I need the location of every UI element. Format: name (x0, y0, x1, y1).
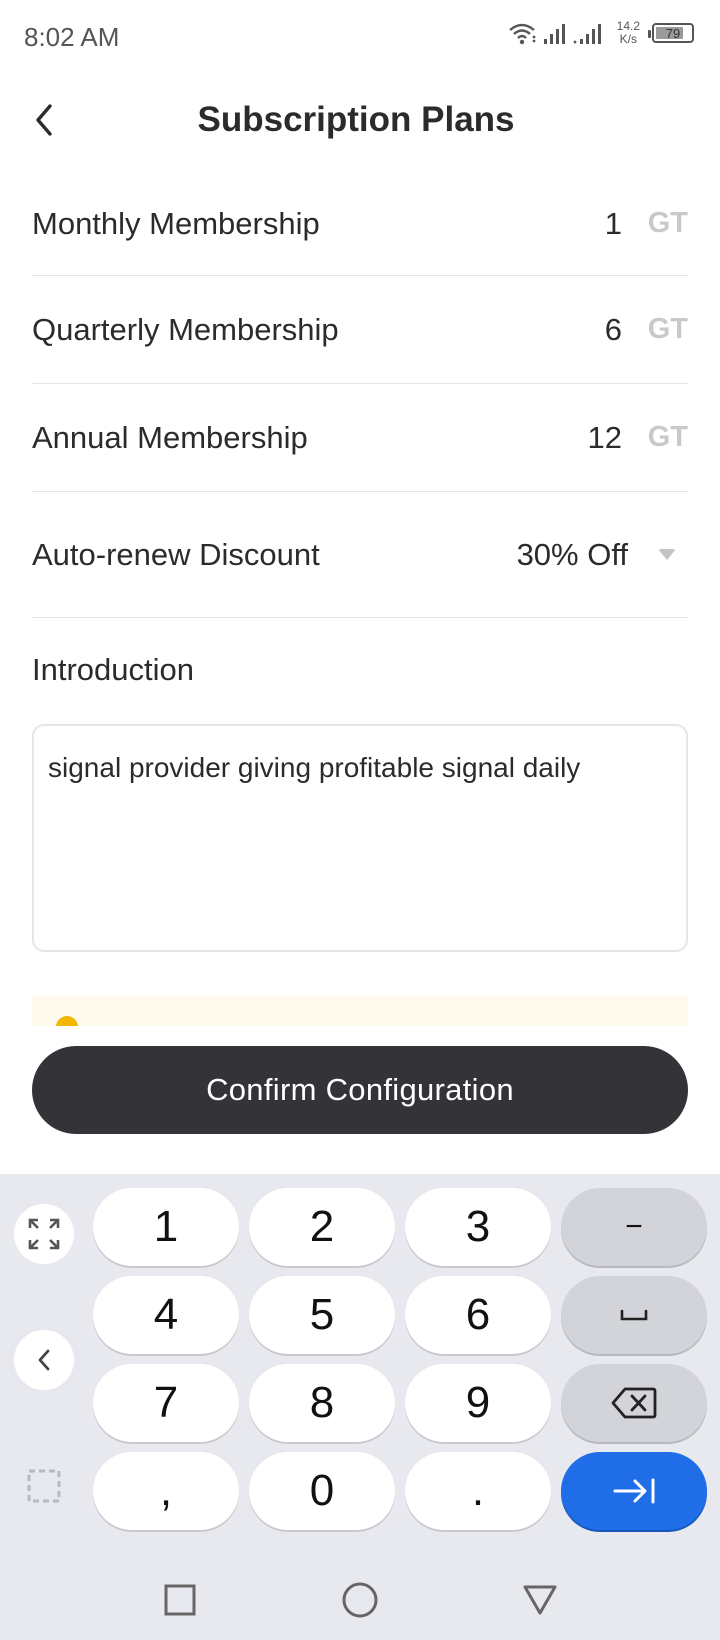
tab-arrow-icon (613, 1478, 655, 1504)
currency-unit: GT (647, 313, 688, 345)
dashed-square-icon (27, 1469, 61, 1503)
network-speed: 14.2 K/s (617, 20, 640, 46)
key-1[interactable]: 1 (93, 1188, 239, 1266)
key-space[interactable] (561, 1276, 707, 1354)
battery-level: 79 (665, 25, 681, 41)
key-5[interactable]: 5 (249, 1276, 395, 1354)
discount-row[interactable]: Auto-renew Discount 30% Off (32, 492, 688, 618)
plan-label: Monthly Membership (32, 205, 320, 241)
annual-price-input[interactable]: 12 (562, 420, 622, 456)
quarterly-price-input[interactable]: 6 (562, 312, 622, 348)
currency-unit: GT (647, 207, 688, 239)
square-icon (164, 1584, 196, 1616)
backspace-icon (611, 1387, 657, 1419)
status-bar: 8:02 AM 14.2 K/s 79 (0, 0, 720, 74)
key-9[interactable]: 9 (405, 1364, 551, 1442)
plan-row-monthly: Monthly Membership 1 GT (32, 172, 688, 276)
chevron-left-icon (38, 1349, 50, 1371)
discount-label: Auto-renew Discount (32, 536, 320, 572)
plan-row-annual: Annual Membership 12 GT (32, 384, 688, 492)
net-speed-unit: K/s (619, 32, 637, 46)
triangle-icon (523, 1585, 557, 1615)
numeric-keyboard: 1 2 3 − 4 5 6 7 8 9 , 0 . (0, 1174, 720, 1562)
discount-select[interactable]: 30% Off (517, 537, 628, 573)
page-title: Subscription Plans (0, 100, 720, 140)
key-2[interactable]: 2 (249, 1188, 395, 1266)
status-icons: 14.2 K/s 79 (507, 20, 694, 46)
caret-down-icon[interactable] (658, 549, 676, 560)
plan-label: Quarterly Membership (32, 311, 339, 347)
key-4[interactable]: 4 (93, 1276, 239, 1354)
monthly-price-input[interactable]: 1 (562, 206, 622, 242)
select-text-button[interactable] (14, 1456, 74, 1516)
status-time: 8:02 AM (24, 22, 120, 52)
introduction-textarea[interactable]: signal provider giving profitable signal… (32, 724, 688, 952)
page-title-text: Subscription Plans (197, 100, 515, 139)
key-6[interactable]: 6 (405, 1276, 551, 1354)
space-icon (620, 1309, 648, 1321)
nav-back-button[interactable] (518, 1578, 562, 1622)
introduction-label: Introduction (32, 652, 194, 687)
confirm-configuration-button[interactable]: Confirm Configuration (32, 1046, 688, 1134)
system-nav-bar (0, 1562, 720, 1640)
key-7[interactable]: 7 (93, 1364, 239, 1442)
recent-apps-button[interactable] (158, 1578, 202, 1622)
currency-unit: GT (647, 421, 688, 453)
expand-icon (28, 1218, 60, 1250)
key-enter[interactable] (561, 1452, 707, 1530)
plan-row-quarterly: Quarterly Membership 6 GT (32, 276, 688, 384)
signal-icon-2 (573, 24, 601, 44)
key-minus[interactable]: − (561, 1188, 707, 1266)
info-icon (56, 1016, 78, 1026)
plan-label: Annual Membership (32, 419, 308, 455)
notice-banner (32, 996, 688, 1026)
home-button[interactable] (338, 1578, 382, 1622)
keyboard-back-button[interactable] (14, 1330, 74, 1390)
key-0[interactable]: 0 (249, 1452, 395, 1530)
key-3[interactable]: 3 (405, 1188, 551, 1266)
circle-icon (342, 1582, 378, 1618)
signal-icon (543, 24, 565, 44)
key-8[interactable]: 8 (249, 1364, 395, 1442)
wifi-icon (508, 23, 536, 45)
key-period[interactable]: . (405, 1452, 551, 1530)
key-comma[interactable]: , (93, 1452, 239, 1530)
key-backspace[interactable] (561, 1364, 707, 1442)
header: Subscription Plans (0, 80, 720, 160)
battery-icon: 79 (648, 23, 694, 43)
expand-keyboard-button[interactable] (14, 1204, 74, 1264)
